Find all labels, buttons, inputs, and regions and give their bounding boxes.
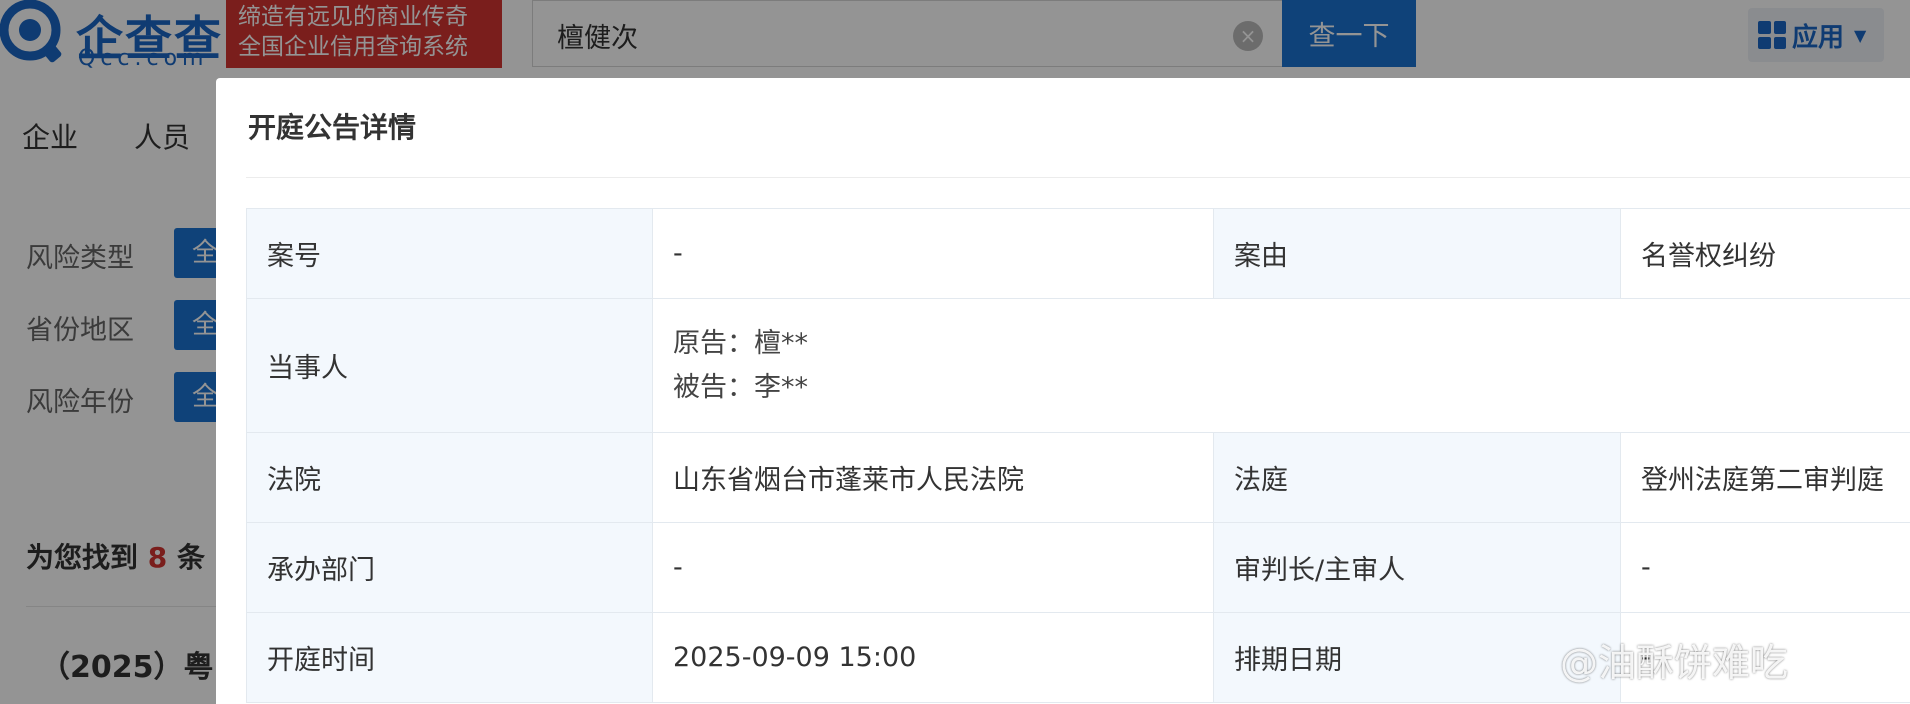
weibo-watermark: @油酥饼难吃 [1560,641,1789,685]
plaintiff: 原告：檀** [673,327,808,359]
modal-divider [246,177,1910,178]
court-value: 山东省烟台市蓬莱市人民法院 [652,432,1214,523]
judge-label: 审判长/主审人 [1213,522,1621,613]
hearing-time-value: 2025-09-09 15:00 [652,612,1214,703]
cause-value: 名誉权纠纷 [1620,208,1910,299]
table-row: 案号 - 案由 名誉权纠纷 [246,208,1910,299]
cause-label: 案由 [1213,208,1621,299]
party-value: 原告：檀** 被告：李** [652,298,1910,433]
court-label: 法院 [246,432,653,523]
tribunal-value: 登州法庭第二审判庭 [1620,432,1910,523]
case-number-label: 案号 [246,208,653,299]
table-row: 当事人 原告：檀** 被告：李** [246,298,1910,433]
modal-title: 开庭公告详情 [248,111,417,144]
defendant: 被告：李** [673,371,808,403]
hearing-detail-modal: 开庭公告详情 案号 - 案由 名誉权纠纷 当事人 原告：檀** 被告：李** 法… [216,78,1910,704]
table-row: 法院 山东省烟台市蓬莱市人民法院 法庭 登州法庭第二审判庭 [246,432,1910,523]
judge-value: - [1620,522,1910,613]
detail-table: 案号 - 案由 名誉权纠纷 当事人 原告：檀** 被告：李** 法院 山东省烟台… [246,208,1910,703]
department-label: 承办部门 [246,522,653,613]
department-value: - [652,522,1214,613]
hearing-time-label: 开庭时间 [246,612,653,703]
table-row: 承办部门 - 审判长/主审人 - [246,522,1910,613]
case-number-value: - [652,208,1214,299]
party-label: 当事人 [246,298,653,433]
tribunal-label: 法庭 [1213,432,1621,523]
